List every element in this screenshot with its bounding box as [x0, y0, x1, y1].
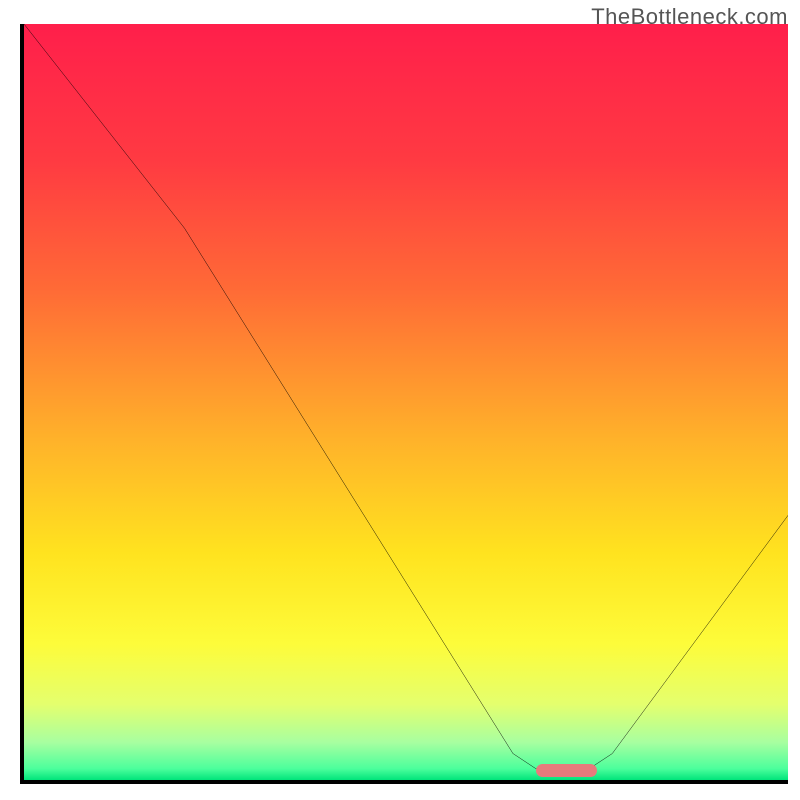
- chart-stage: TheBottleneck.com: [0, 0, 800, 800]
- optimal-marker: [536, 764, 597, 777]
- x-axis: [20, 780, 788, 784]
- plot-area: [24, 24, 788, 780]
- bottleneck-curve: [24, 24, 788, 780]
